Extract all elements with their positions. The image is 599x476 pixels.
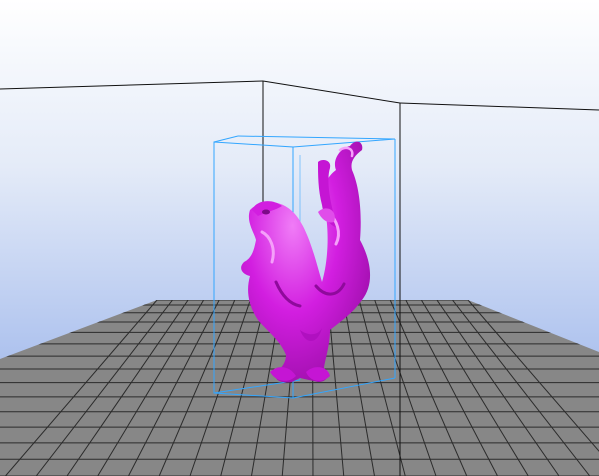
- 3d-viewport[interactable]: [0, 0, 599, 476]
- eye-icon: [262, 209, 270, 215]
